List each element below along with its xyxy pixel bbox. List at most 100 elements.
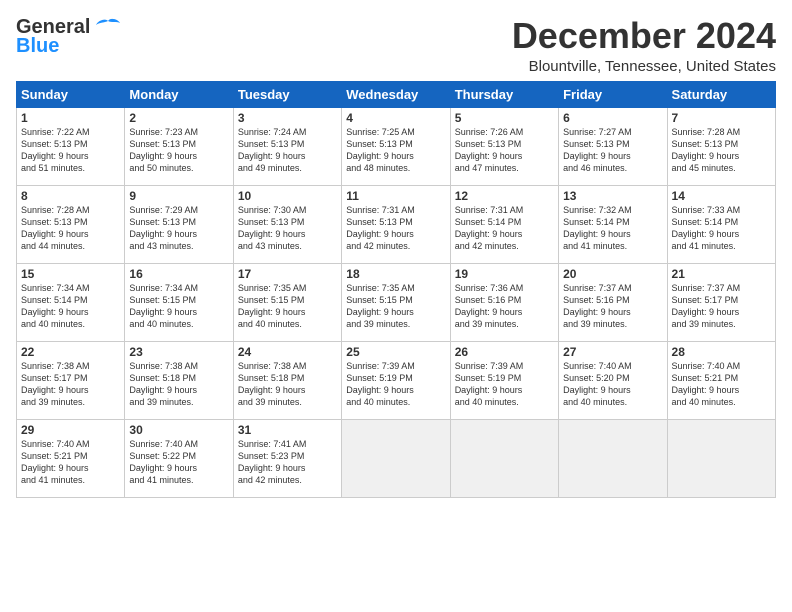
table-row: 15Sunrise: 7:34 AM Sunset: 5:14 PM Dayli… xyxy=(17,263,125,341)
table-row: 27Sunrise: 7:40 AM Sunset: 5:20 PM Dayli… xyxy=(559,341,667,419)
calendar-week-row: 29Sunrise: 7:40 AM Sunset: 5:21 PM Dayli… xyxy=(17,419,776,497)
table-row xyxy=(559,419,667,497)
table-row: 25Sunrise: 7:39 AM Sunset: 5:19 PM Dayli… xyxy=(342,341,450,419)
day-info: Sunrise: 7:26 AM Sunset: 5:13 PM Dayligh… xyxy=(455,126,554,175)
table-row xyxy=(667,419,775,497)
day-number: 17 xyxy=(238,267,337,281)
day-info: Sunrise: 7:40 AM Sunset: 5:22 PM Dayligh… xyxy=(129,438,228,487)
table-row: 8Sunrise: 7:28 AM Sunset: 5:13 PM Daylig… xyxy=(17,185,125,263)
day-info: Sunrise: 7:25 AM Sunset: 5:13 PM Dayligh… xyxy=(346,126,445,175)
day-info: Sunrise: 7:36 AM Sunset: 5:16 PM Dayligh… xyxy=(455,282,554,331)
day-number: 27 xyxy=(563,345,662,359)
col-saturday: Saturday xyxy=(667,81,775,107)
day-info: Sunrise: 7:30 AM Sunset: 5:13 PM Dayligh… xyxy=(238,204,337,253)
day-number: 14 xyxy=(672,189,771,203)
day-number: 25 xyxy=(346,345,445,359)
day-info: Sunrise: 7:38 AM Sunset: 5:18 PM Dayligh… xyxy=(129,360,228,409)
logo: General Blue xyxy=(16,16,122,58)
day-info: Sunrise: 7:27 AM Sunset: 5:13 PM Dayligh… xyxy=(563,126,662,175)
calendar-header-row: Sunday Monday Tuesday Wednesday Thursday… xyxy=(17,81,776,107)
day-info: Sunrise: 7:24 AM Sunset: 5:13 PM Dayligh… xyxy=(238,126,337,175)
day-number: 10 xyxy=(238,189,337,203)
table-row: 2Sunrise: 7:23 AM Sunset: 5:13 PM Daylig… xyxy=(125,107,233,185)
table-row: 20Sunrise: 7:37 AM Sunset: 5:16 PM Dayli… xyxy=(559,263,667,341)
day-info: Sunrise: 7:31 AM Sunset: 5:14 PM Dayligh… xyxy=(455,204,554,253)
day-info: Sunrise: 7:35 AM Sunset: 5:15 PM Dayligh… xyxy=(238,282,337,331)
day-number: 15 xyxy=(21,267,120,281)
day-number: 1 xyxy=(21,111,120,125)
day-number: 6 xyxy=(563,111,662,125)
day-number: 22 xyxy=(21,345,120,359)
table-row: 9Sunrise: 7:29 AM Sunset: 5:13 PM Daylig… xyxy=(125,185,233,263)
table-row: 10Sunrise: 7:30 AM Sunset: 5:13 PM Dayli… xyxy=(233,185,341,263)
day-info: Sunrise: 7:34 AM Sunset: 5:14 PM Dayligh… xyxy=(21,282,120,331)
table-row: 22Sunrise: 7:38 AM Sunset: 5:17 PM Dayli… xyxy=(17,341,125,419)
table-row: 17Sunrise: 7:35 AM Sunset: 5:15 PM Dayli… xyxy=(233,263,341,341)
calendar-week-row: 8Sunrise: 7:28 AM Sunset: 5:13 PM Daylig… xyxy=(17,185,776,263)
page-container: General Blue December 2024 Blountville, … xyxy=(0,0,792,506)
col-friday: Friday xyxy=(559,81,667,107)
day-number: 8 xyxy=(21,189,120,203)
table-row: 14Sunrise: 7:33 AM Sunset: 5:14 PM Dayli… xyxy=(667,185,775,263)
day-number: 26 xyxy=(455,345,554,359)
day-info: Sunrise: 7:37 AM Sunset: 5:16 PM Dayligh… xyxy=(563,282,662,331)
col-monday: Monday xyxy=(125,81,233,107)
location: Blountville, Tennessee, United States xyxy=(512,58,776,75)
day-number: 18 xyxy=(346,267,445,281)
day-number: 5 xyxy=(455,111,554,125)
logo-bird-icon xyxy=(94,16,122,38)
header: General Blue December 2024 Blountville, … xyxy=(16,16,776,75)
day-number: 2 xyxy=(129,111,228,125)
day-info: Sunrise: 7:40 AM Sunset: 5:21 PM Dayligh… xyxy=(672,360,771,409)
day-info: Sunrise: 7:39 AM Sunset: 5:19 PM Dayligh… xyxy=(346,360,445,409)
col-sunday: Sunday xyxy=(17,81,125,107)
calendar-body: 1Sunrise: 7:22 AM Sunset: 5:13 PM Daylig… xyxy=(17,107,776,497)
day-number: 28 xyxy=(672,345,771,359)
day-number: 21 xyxy=(672,267,771,281)
table-row: 7Sunrise: 7:28 AM Sunset: 5:13 PM Daylig… xyxy=(667,107,775,185)
title-block: December 2024 Blountville, Tennessee, Un… xyxy=(512,16,776,75)
table-row: 28Sunrise: 7:40 AM Sunset: 5:21 PM Dayli… xyxy=(667,341,775,419)
table-row: 29Sunrise: 7:40 AM Sunset: 5:21 PM Dayli… xyxy=(17,419,125,497)
day-number: 13 xyxy=(563,189,662,203)
calendar-table: Sunday Monday Tuesday Wednesday Thursday… xyxy=(16,81,776,498)
day-info: Sunrise: 7:37 AM Sunset: 5:17 PM Dayligh… xyxy=(672,282,771,331)
day-info: Sunrise: 7:28 AM Sunset: 5:13 PM Dayligh… xyxy=(21,204,120,253)
day-info: Sunrise: 7:38 AM Sunset: 5:17 PM Dayligh… xyxy=(21,360,120,409)
table-row: 6Sunrise: 7:27 AM Sunset: 5:13 PM Daylig… xyxy=(559,107,667,185)
day-number: 20 xyxy=(563,267,662,281)
day-number: 7 xyxy=(672,111,771,125)
day-number: 12 xyxy=(455,189,554,203)
table-row: 1Sunrise: 7:22 AM Sunset: 5:13 PM Daylig… xyxy=(17,107,125,185)
day-info: Sunrise: 7:31 AM Sunset: 5:13 PM Dayligh… xyxy=(346,204,445,253)
day-info: Sunrise: 7:40 AM Sunset: 5:21 PM Dayligh… xyxy=(21,438,120,487)
month-title: December 2024 xyxy=(512,16,776,56)
day-number: 24 xyxy=(238,345,337,359)
table-row: 16Sunrise: 7:34 AM Sunset: 5:15 PM Dayli… xyxy=(125,263,233,341)
calendar-week-row: 15Sunrise: 7:34 AM Sunset: 5:14 PM Dayli… xyxy=(17,263,776,341)
table-row: 26Sunrise: 7:39 AM Sunset: 5:19 PM Dayli… xyxy=(450,341,558,419)
day-info: Sunrise: 7:35 AM Sunset: 5:15 PM Dayligh… xyxy=(346,282,445,331)
day-number: 23 xyxy=(129,345,228,359)
day-info: Sunrise: 7:41 AM Sunset: 5:23 PM Dayligh… xyxy=(238,438,337,487)
logo-blue-text: Blue xyxy=(16,35,59,58)
day-info: Sunrise: 7:38 AM Sunset: 5:18 PM Dayligh… xyxy=(238,360,337,409)
table-row: 21Sunrise: 7:37 AM Sunset: 5:17 PM Dayli… xyxy=(667,263,775,341)
table-row: 31Sunrise: 7:41 AM Sunset: 5:23 PM Dayli… xyxy=(233,419,341,497)
table-row xyxy=(450,419,558,497)
table-row: 23Sunrise: 7:38 AM Sunset: 5:18 PM Dayli… xyxy=(125,341,233,419)
table-row: 12Sunrise: 7:31 AM Sunset: 5:14 PM Dayli… xyxy=(450,185,558,263)
table-row: 30Sunrise: 7:40 AM Sunset: 5:22 PM Dayli… xyxy=(125,419,233,497)
day-info: Sunrise: 7:29 AM Sunset: 5:13 PM Dayligh… xyxy=(129,204,228,253)
day-number: 19 xyxy=(455,267,554,281)
day-number: 9 xyxy=(129,189,228,203)
col-wednesday: Wednesday xyxy=(342,81,450,107)
table-row: 18Sunrise: 7:35 AM Sunset: 5:15 PM Dayli… xyxy=(342,263,450,341)
day-info: Sunrise: 7:33 AM Sunset: 5:14 PM Dayligh… xyxy=(672,204,771,253)
table-row: 13Sunrise: 7:32 AM Sunset: 5:14 PM Dayli… xyxy=(559,185,667,263)
table-row: 19Sunrise: 7:36 AM Sunset: 5:16 PM Dayli… xyxy=(450,263,558,341)
day-number: 30 xyxy=(129,423,228,437)
day-info: Sunrise: 7:22 AM Sunset: 5:13 PM Dayligh… xyxy=(21,126,120,175)
day-number: 11 xyxy=(346,189,445,203)
day-info: Sunrise: 7:39 AM Sunset: 5:19 PM Dayligh… xyxy=(455,360,554,409)
